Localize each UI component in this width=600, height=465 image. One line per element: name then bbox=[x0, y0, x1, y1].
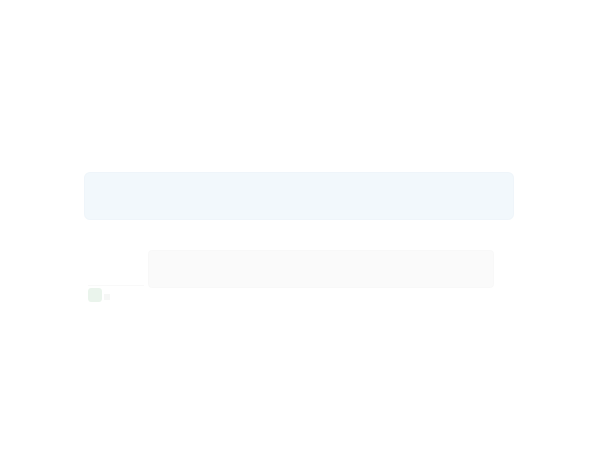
status-square-icon bbox=[88, 288, 102, 302]
faded-dialog-content bbox=[0, 0, 600, 465]
primary-action-button[interactable] bbox=[84, 172, 514, 220]
status-indicator-dot bbox=[104, 294, 110, 300]
secondary-row-spacer bbox=[88, 264, 144, 286]
secondary-action-button[interactable] bbox=[148, 250, 494, 288]
page bbox=[0, 0, 600, 465]
